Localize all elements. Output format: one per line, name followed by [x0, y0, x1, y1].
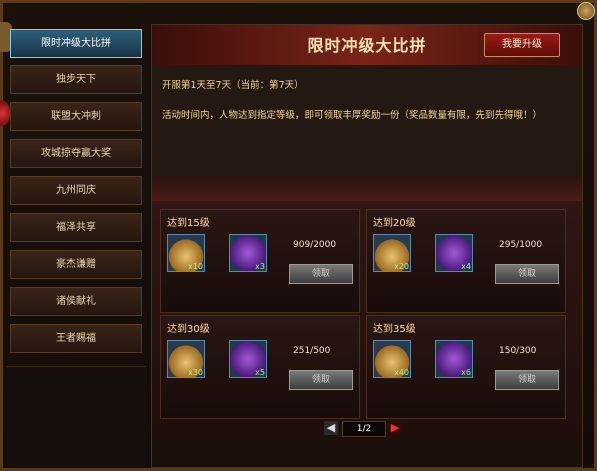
sidebar-item-lord-tribute[interactable]: 诸侯献礼: [10, 287, 142, 316]
reward-progress: 295/1000: [499, 240, 543, 250]
event-info: 开服第1天至7天（当前：第7天） 活动时间内，人物达到指定等级，即可领取丰厚奖励…: [152, 65, 582, 175]
money-bag-icon[interactable]: x10: [167, 234, 205, 272]
panel-header: 限时冲级大比拼 我要升级: [152, 25, 582, 66]
sidebar-item-celebration[interactable]: 九州同庆: [10, 176, 142, 205]
sidebar-empty-area: [6, 366, 146, 467]
reward-card-level-35: 达到35级 x40 x6 150/300 领取: [366, 315, 566, 419]
sidebar-item-blessing-share[interactable]: 福泽共享: [10, 213, 142, 242]
sidebar-item-hero-gift[interactable]: 豪杰谦赠: [10, 250, 142, 279]
money-bag-icon[interactable]: x20: [373, 234, 411, 272]
reward-progress: 251/500: [293, 346, 331, 356]
purple-book-icon[interactable]: x5: [229, 340, 267, 378]
money-bag-icon[interactable]: x40: [373, 340, 411, 378]
sidebar-item-alliance-sprint[interactable]: 联盟大冲刺: [10, 102, 142, 131]
item-quantity: x20: [394, 262, 409, 271]
claim-button[interactable]: 领取: [495, 264, 559, 284]
claim-button[interactable]: 领取: [289, 370, 353, 390]
item-quantity: x3: [255, 262, 265, 271]
sidebar-item-king-blessing[interactable]: 王者赐福: [10, 324, 142, 353]
purple-book-icon[interactable]: x3: [229, 234, 267, 272]
prev-page-icon[interactable]: ◀: [324, 421, 338, 435]
reward-title: 达到35级: [373, 324, 416, 335]
claim-button[interactable]: 领取: [289, 264, 353, 284]
divider: [152, 175, 582, 201]
reward-title: 达到30级: [167, 324, 210, 335]
sidebar-item-level-race[interactable]: 限时冲级大比拼: [10, 29, 142, 58]
reward-card-level-20: 达到20级 x20 x4 295/1000 领取: [366, 209, 566, 313]
next-page-icon[interactable]: ▶: [388, 421, 402, 435]
reward-card-level-15: 达到15级 x10 x3 909/2000 领取: [160, 209, 360, 313]
item-quantity: x4: [461, 262, 471, 271]
event-description: 活动时间内，人物达到指定等级，即可领取丰厚奖励一份（奖品数量有限，先到先得哦！）: [162, 110, 543, 121]
claim-button[interactable]: 领取: [495, 370, 559, 390]
item-quantity: x5: [255, 368, 265, 377]
item-quantity: x10: [188, 262, 203, 271]
event-panel: 限时冲级大比拼 我要升级 开服第1天至7天（当前：第7天） 活动时间内，人物达到…: [151, 24, 583, 468]
purple-book-icon[interactable]: x4: [435, 234, 473, 272]
reward-card-level-30: 达到30级 x30 x5 251/500 领取: [160, 315, 360, 419]
sidebar-item-unrivaled[interactable]: 独步天下: [10, 65, 142, 94]
item-quantity: x40: [394, 368, 409, 377]
item-quantity: x6: [461, 368, 471, 377]
item-quantity: x30: [188, 368, 203, 377]
purple-book-icon[interactable]: x6: [435, 340, 473, 378]
upgrade-button[interactable]: 我要升级: [484, 33, 560, 57]
sidebar-item-siege-prize[interactable]: 攻城掠夺赢大奖: [10, 139, 142, 168]
page-indicator: 1/2: [342, 421, 386, 437]
reward-title: 达到20级: [373, 218, 416, 229]
reward-progress: 909/2000: [293, 240, 337, 250]
money-bag-icon[interactable]: x30: [167, 340, 205, 378]
reward-progress: 150/300: [499, 346, 537, 356]
event-dates: 开服第1天至7天（当前：第7天）: [162, 80, 304, 91]
reward-title: 达到15级: [167, 218, 210, 229]
reward-grid: 达到15级 x10 x3 909/2000 领取 达到20级 x20 x4 29…: [152, 201, 582, 441]
close-icon[interactable]: [577, 2, 595, 20]
sidebar: 限时冲级大比拼 独步天下 联盟大冲刺 攻城掠夺赢大奖 九州同庆 福泽共享 豪杰谦…: [6, 24, 146, 366]
